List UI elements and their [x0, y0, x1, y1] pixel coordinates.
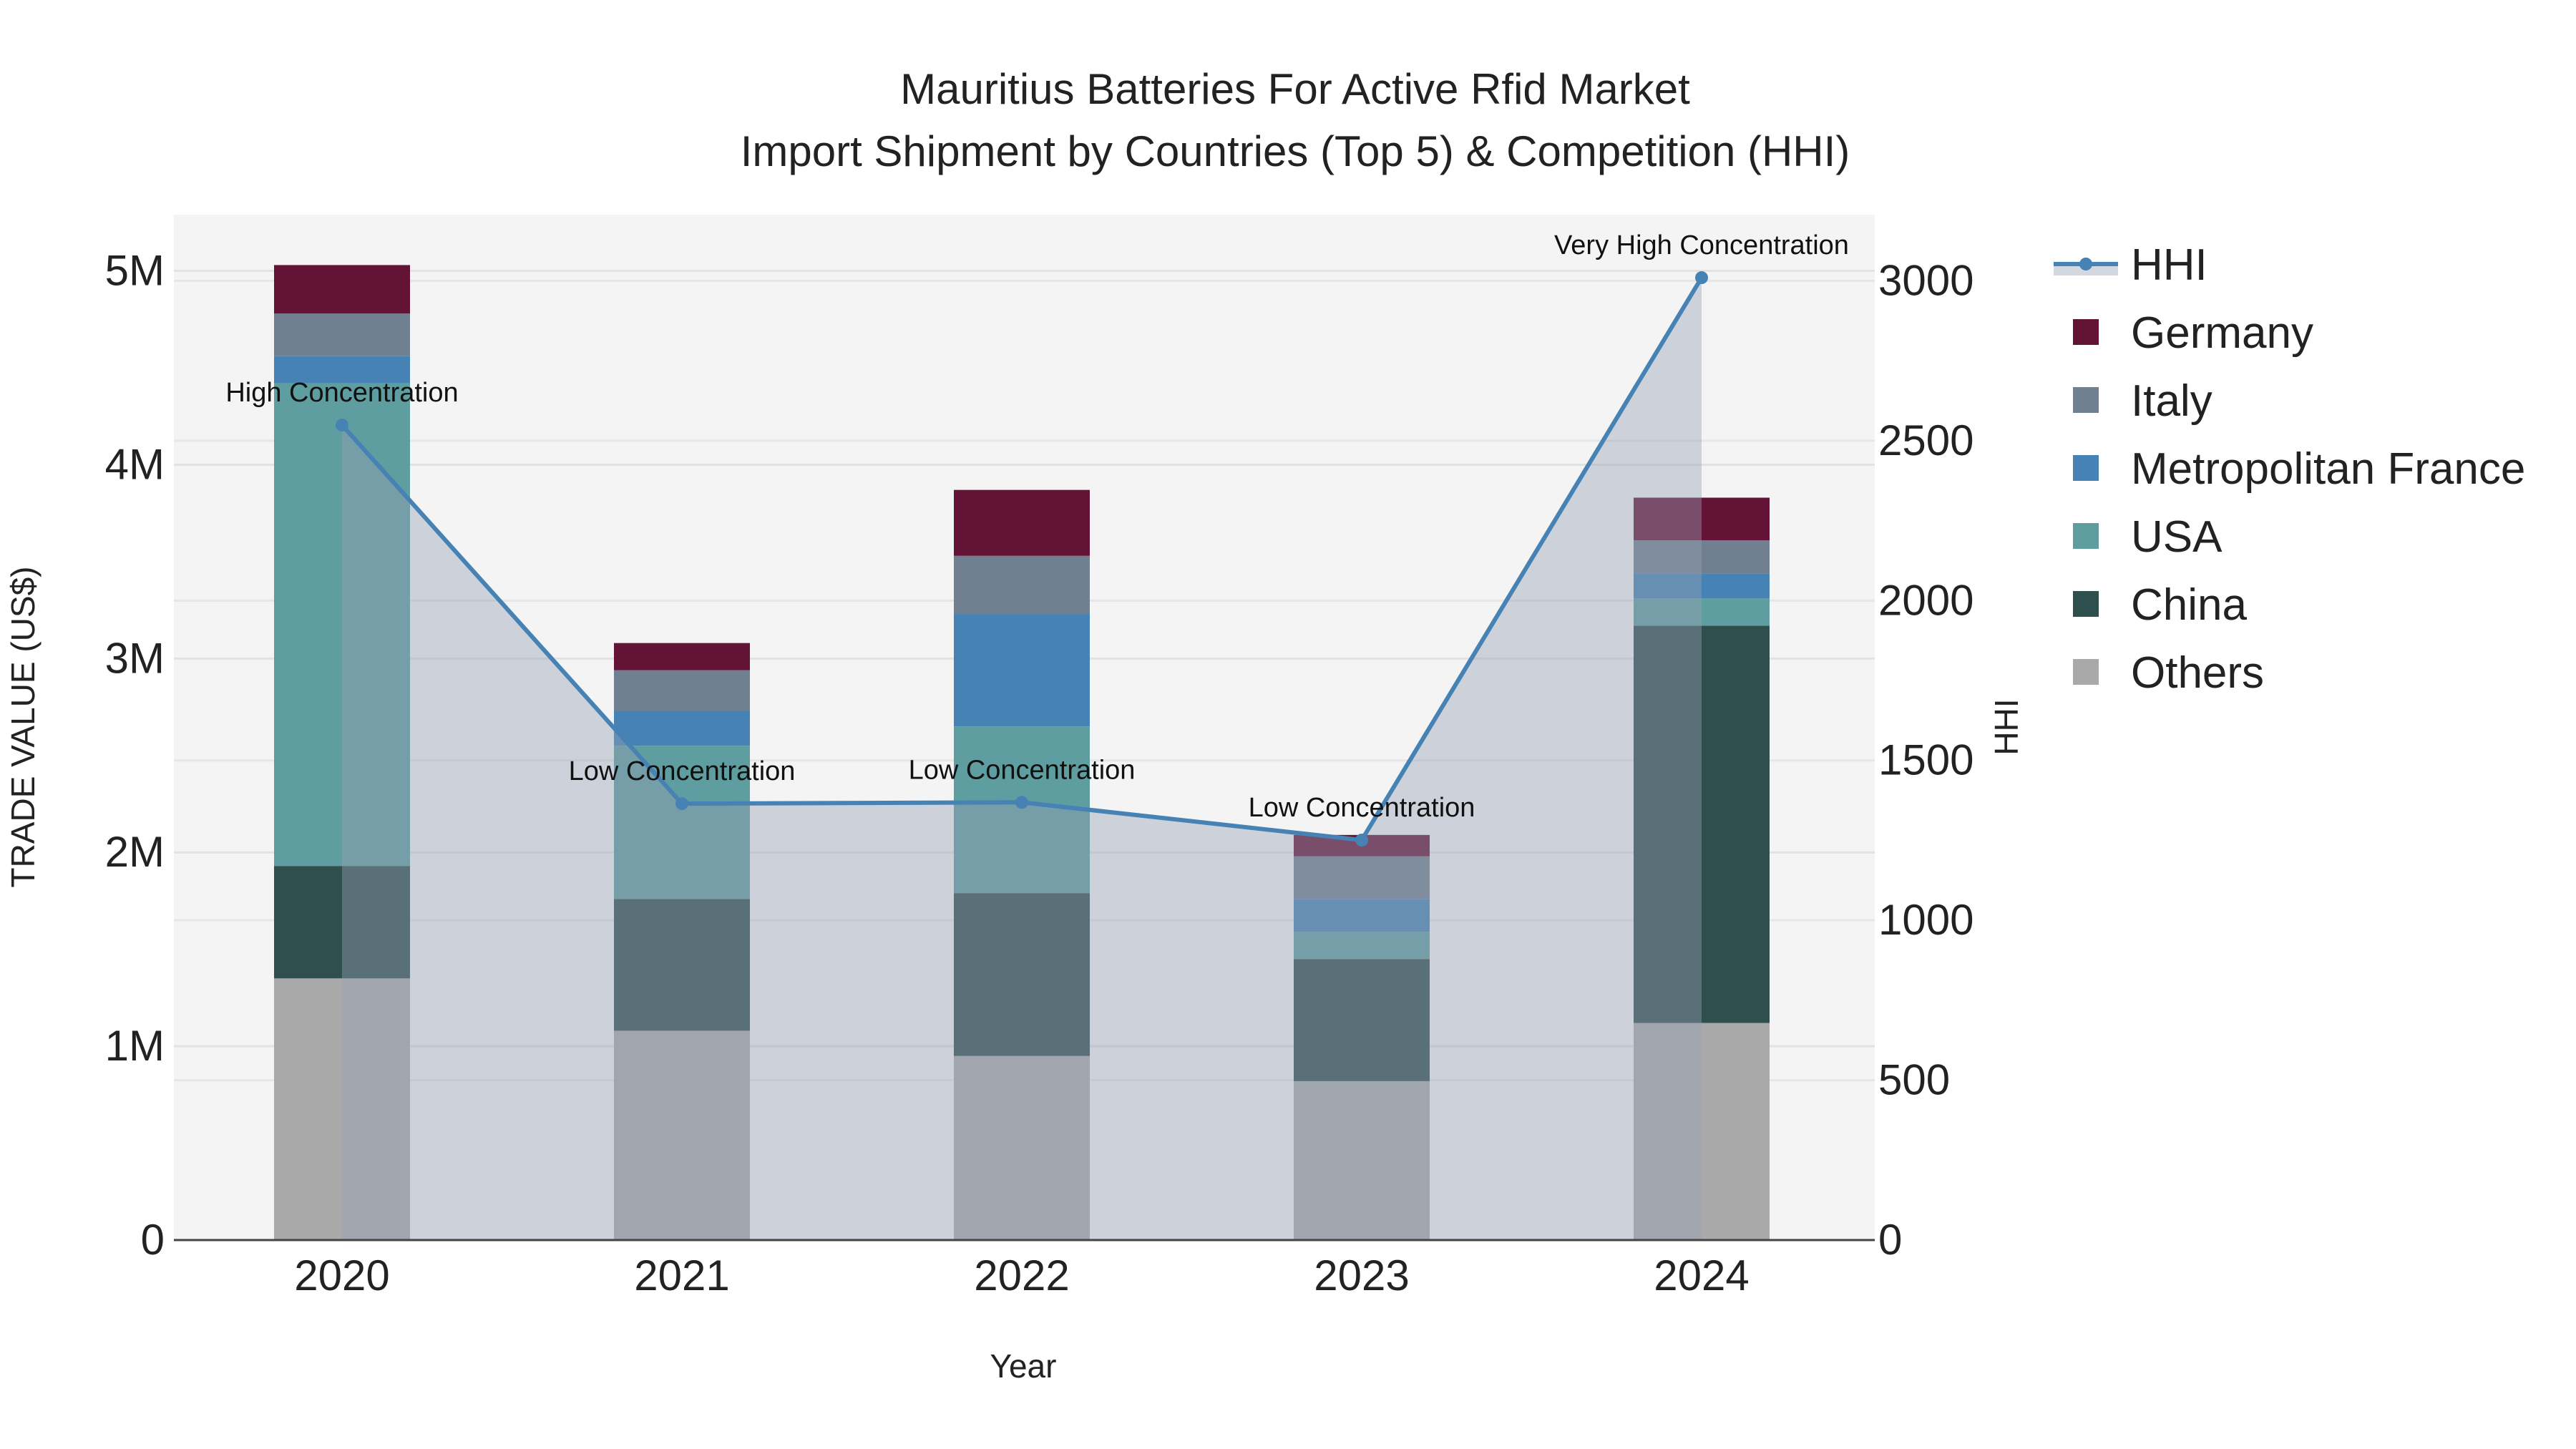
- hhi-annotation: Very High Concentration: [1554, 230, 1849, 260]
- legend-swatch-italy: [2073, 387, 2099, 413]
- bar-italy: [954, 555, 1090, 615]
- y2-tick-label: 2000: [1878, 576, 1974, 624]
- legend-label-germany: Germany: [2131, 308, 2313, 358]
- bar-italy: [614, 670, 750, 711]
- y-tick-label: 5M: [105, 247, 165, 295]
- y-tick-label: 1M: [105, 1022, 165, 1070]
- chart-title: Mauritius Batteries For Active Rfid Mark…: [900, 65, 1690, 113]
- legend-label-italy: Italy: [2131, 376, 2212, 426]
- hhi-annotation: Low Concentration: [1249, 793, 1475, 823]
- y2-tick-label: 0: [1878, 1216, 1902, 1264]
- y-tick-label: 3M: [105, 634, 165, 682]
- bar-metropolitan-france: [614, 711, 750, 746]
- y2-tick-label: 1000: [1878, 896, 1974, 944]
- y-tick-label: 0: [141, 1216, 165, 1264]
- x-tick-label: 2023: [1314, 1252, 1409, 1299]
- hhi-point: [1355, 834, 1368, 847]
- hhi-annotation: Low Concentration: [909, 755, 1136, 785]
- x-axis-title: Year: [990, 1347, 1057, 1385]
- y2-axis-title: HHI: [1988, 698, 2025, 755]
- legend-label-hhi: HHI: [2131, 240, 2207, 290]
- bar-germany: [954, 489, 1090, 556]
- hhi-point: [675, 797, 688, 811]
- legend-swatch-china: [2073, 591, 2099, 617]
- hhi-annotation: Low Concentration: [569, 756, 796, 786]
- legend-swatch-others: [2073, 659, 2099, 685]
- y-tick-label: 4M: [105, 440, 165, 488]
- bar-italy: [274, 313, 410, 356]
- x-tick-label: 2022: [974, 1252, 1069, 1299]
- hhi-point: [1015, 796, 1028, 809]
- y-tick-label: 2M: [105, 828, 165, 876]
- legend-label-others: Others: [2131, 648, 2264, 698]
- legend-hhi-marker: [2079, 258, 2092, 270]
- x-tick-label: 2020: [294, 1252, 389, 1299]
- chart: Mauritius Batteries For Active Rfid Mark…: [4, 65, 2525, 1385]
- legend-label-metropolitan-france: Metropolitan France: [2131, 444, 2525, 494]
- chart-subtitle: Import Shipment by Countries (Top 5) & C…: [741, 127, 1850, 175]
- legend-swatch-usa: [2073, 523, 2099, 549]
- legend-label-usa: USA: [2131, 512, 2223, 562]
- y2-tick-label: 2500: [1878, 416, 1974, 464]
- y-axis-title: TRADE VALUE (US$): [4, 566, 42, 887]
- bar-germany: [614, 643, 750, 670]
- legend-swatch-germany: [2073, 319, 2099, 345]
- y2-tick-label: 500: [1878, 1056, 1950, 1104]
- legend-label-china: China: [2131, 580, 2248, 630]
- y2-tick-label: 3000: [1878, 256, 1974, 304]
- hhi-point: [336, 419, 348, 432]
- x-tick-label: 2024: [1654, 1252, 1749, 1299]
- bar-germany: [274, 265, 410, 314]
- x-tick-label: 2021: [634, 1252, 729, 1299]
- hhi-point: [1695, 271, 1708, 285]
- bar-metropolitan-france: [954, 614, 1090, 727]
- legend-swatch-metropolitan-france: [2073, 455, 2099, 481]
- y2-tick-label: 1500: [1878, 736, 1974, 784]
- hhi-annotation: High Concentration: [225, 378, 458, 408]
